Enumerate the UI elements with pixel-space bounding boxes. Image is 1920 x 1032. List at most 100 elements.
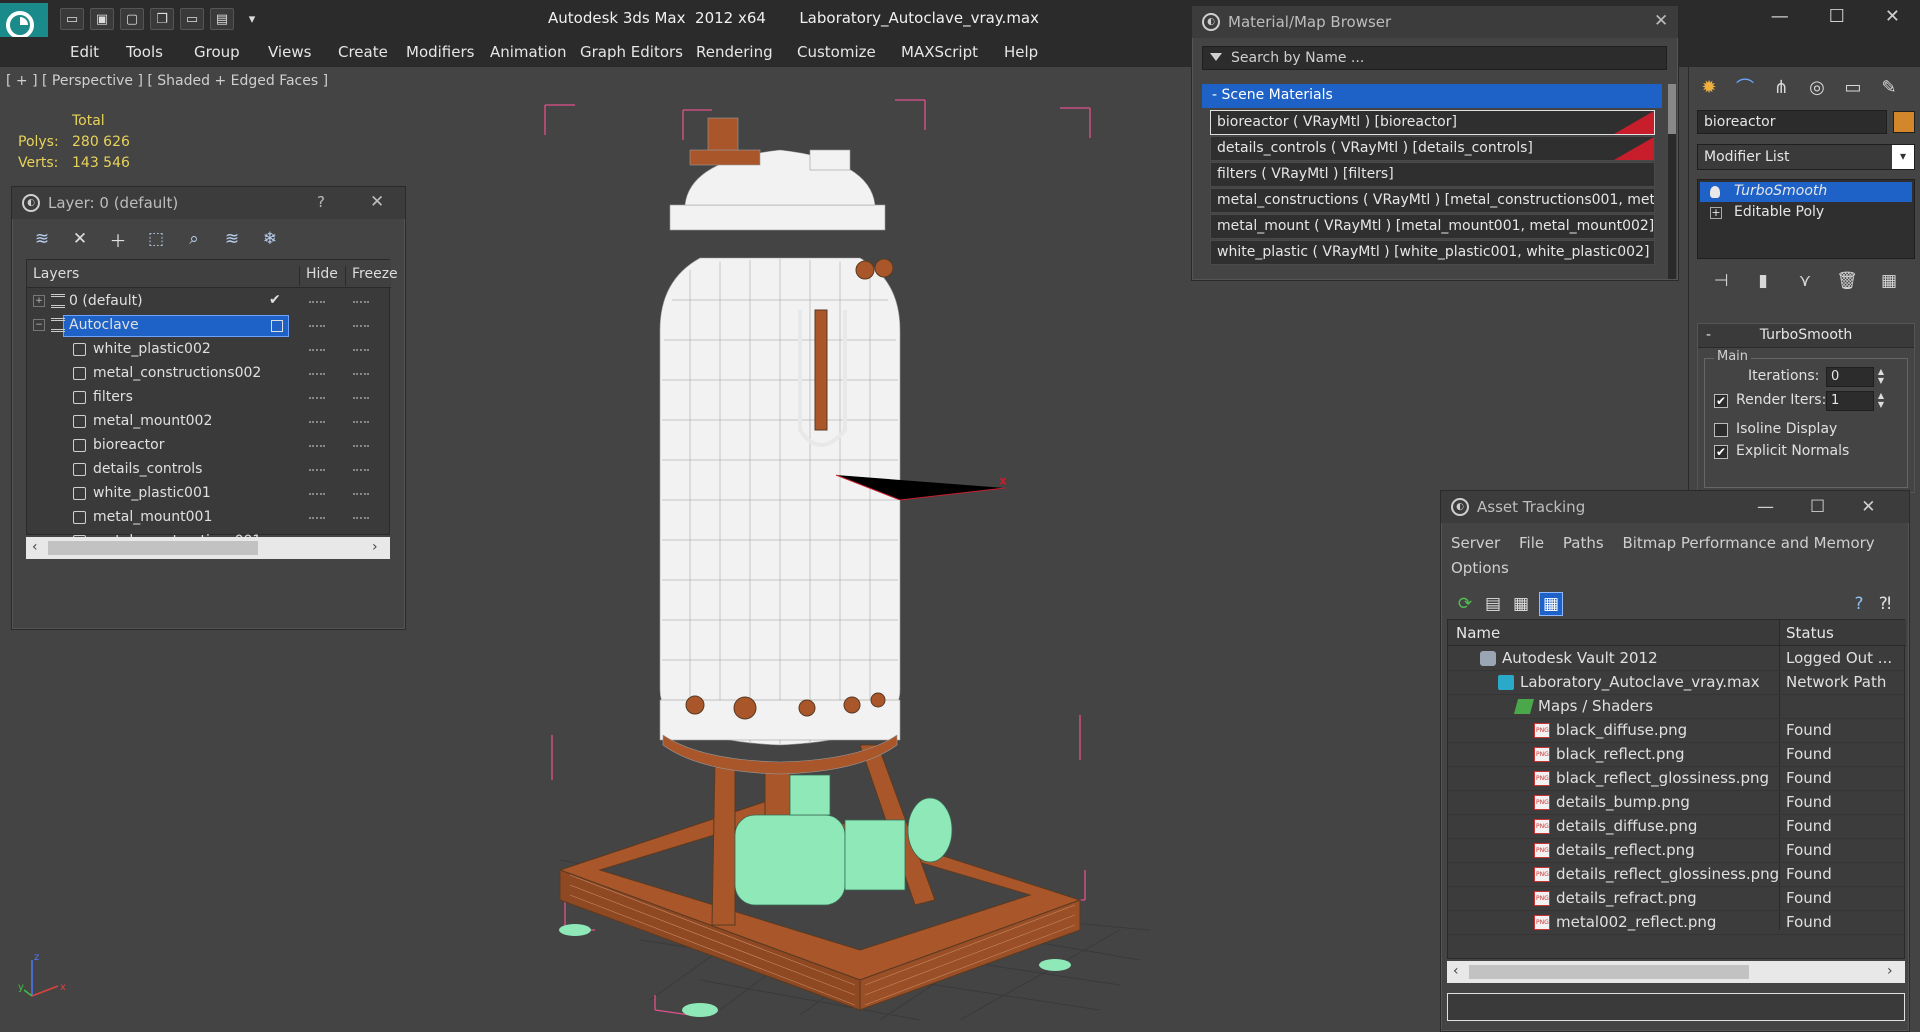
scroll-left-icon[interactable]: ‹ — [1453, 963, 1459, 979]
menu-tools[interactable]: Tools — [126, 43, 163, 61]
freeze-toggle[interactable] — [353, 421, 369, 423]
scene-materials-group[interactable]: - Scene Materials — [1202, 84, 1662, 108]
chevron-down-icon[interactable]: ▾ — [1892, 145, 1914, 169]
col-layers[interactable]: Layers — [33, 266, 79, 282]
hierarchy-tab-icon[interactable]: ⋔ — [1769, 75, 1793, 99]
freeze-toggle[interactable] — [353, 349, 369, 351]
asset-tracking-titlebar[interactable]: ◐ Asset Tracking — ☐ ✕ — [1441, 491, 1909, 523]
layout-icon[interactable]: ▤ — [210, 8, 234, 30]
expand-icon[interactable]: + — [1710, 207, 1722, 219]
freeze-toggle[interactable] — [353, 469, 369, 471]
material-search-input[interactable]: Search by Name ... — [1202, 46, 1667, 70]
hide-toggle[interactable] — [309, 517, 325, 519]
menu-bitmap-performance[interactable]: Bitmap Performance and Memory — [1622, 534, 1874, 552]
viewport-label[interactable]: [ + ] [ Perspective ] [ Shaded + Edged F… — [6, 73, 328, 89]
menu-options[interactable]: Options — [1451, 559, 1509, 577]
minimize-icon[interactable]: — — [1757, 497, 1774, 517]
expand-icon[interactable]: − — [33, 319, 45, 331]
freeze-toggle[interactable] — [353, 517, 369, 519]
context-help-icon[interactable]: ⁈ — [1873, 592, 1897, 616]
close-icon[interactable]: ✕ — [1654, 11, 1668, 31]
object-color-swatch[interactable] — [1893, 111, 1915, 133]
remove-modifier-icon[interactable]: 🗑 — [1835, 269, 1859, 293]
material-browser-titlebar[interactable]: ◐ Material/Map Browser ✕ — [1192, 6, 1678, 38]
asset-status-field[interactable] — [1447, 993, 1905, 1021]
hide-all-icon[interactable]: ≋ — [220, 227, 244, 251]
material-item[interactable]: filters ( VRayMtl ) [filters] — [1210, 162, 1655, 187]
layer-window-titlebar[interactable]: ◐ Layer: 0 (default) ? ✕ — [12, 187, 405, 219]
render-iters-checkbox[interactable]: ✔ — [1714, 394, 1728, 408]
close-icon[interactable]: ✕ — [1861, 497, 1875, 517]
freeze-toggle[interactable] — [353, 493, 369, 495]
layer-object-row[interactable]: metal_mount001 — [27, 506, 391, 530]
refresh-icon[interactable]: ⟳ — [1453, 592, 1477, 616]
menu-edit[interactable]: Edit — [70, 43, 99, 61]
thumbnail-view-icon[interactable]: ▦ — [1509, 592, 1533, 616]
material-item[interactable]: bioreactor ( VRayMtl ) [bioreactor] — [1210, 110, 1655, 135]
search-options-icon[interactable] — [1210, 53, 1222, 61]
asset-row[interactable]: details_reflect.png Found — [1448, 839, 1906, 863]
hide-toggle[interactable] — [309, 373, 325, 375]
layer-object-row[interactable]: details_controls — [27, 458, 391, 482]
minimize-icon[interactable]: — — [1771, 6, 1789, 27]
hide-toggle[interactable] — [309, 397, 325, 399]
menu-create[interactable]: Create — [338, 43, 388, 61]
asset-horizontal-scrollbar[interactable]: ‹ › — [1447, 961, 1905, 983]
menu-animation[interactable]: Animation — [490, 43, 566, 61]
configure-sets-icon[interactable]: ▦ — [1877, 269, 1901, 293]
layer-object-row[interactable]: white_plastic002 — [27, 338, 391, 362]
expand-icon[interactable]: + — [33, 295, 45, 307]
scroll-thumb[interactable] — [1668, 84, 1676, 134]
asset-row[interactable]: black_reflect.png Found — [1448, 743, 1906, 767]
col-freeze[interactable]: Freeze — [345, 266, 398, 286]
scroll-right-icon[interactable]: › — [1887, 963, 1893, 979]
material-item[interactable]: metal_constructions ( VRayMtl ) [metal_c… — [1210, 188, 1655, 213]
freeze-toggle[interactable] — [353, 325, 369, 327]
display-tab-icon[interactable]: ▭ — [1841, 75, 1865, 99]
utilities-tab-icon[interactable]: ✎ — [1877, 75, 1901, 99]
hide-toggle[interactable] — [309, 493, 325, 495]
freeze-toggle[interactable] — [353, 397, 369, 399]
copy-icon[interactable]: ❐ — [150, 8, 174, 30]
open-icon[interactable]: ▭ — [60, 8, 84, 30]
asset-row[interactable]: details_bump.png Found — [1448, 791, 1906, 815]
menu-modifiers[interactable]: Modifiers — [406, 43, 474, 61]
menu-server[interactable]: Server — [1451, 534, 1500, 552]
help-button[interactable]: ? — [317, 193, 325, 211]
layer-object-row[interactable]: metal_mount002 — [27, 410, 391, 434]
layer-object-row[interactable]: white_plastic001 — [27, 482, 391, 506]
freeze-toggle[interactable] — [353, 373, 369, 375]
menu-customize[interactable]: Customize — [797, 43, 876, 61]
col-status[interactable]: Status — [1786, 624, 1834, 642]
save-icon[interactable]: ▣ — [90, 8, 114, 30]
layer-row[interactable]: +0 (default) ✔ — [27, 290, 391, 314]
active-layer-check-icon[interactable]: ✔ — [269, 292, 281, 308]
layer-object-row[interactable]: metal_constructions002 — [27, 362, 391, 386]
asset-row[interactable]: black_diffuse.png Found — [1448, 719, 1906, 743]
object-name-field[interactable]: bioreactor — [1697, 110, 1887, 134]
material-item[interactable]: white_plastic ( VRayMtl ) [white_plastic… — [1210, 240, 1655, 265]
spinner-arrows-icon[interactable]: ▲ ▼ — [1876, 367, 1886, 387]
modifier-list-dropdown[interactable]: Modifier List ▾ — [1697, 144, 1915, 170]
close-icon[interactable]: ✕ — [1885, 6, 1900, 27]
motion-tab-icon[interactable]: ◎ — [1805, 75, 1829, 99]
hide-toggle[interactable] — [309, 325, 325, 327]
help-icon[interactable]: ? — [1847, 592, 1871, 616]
spinner-arrows-icon[interactable]: ▲ ▼ — [1876, 391, 1886, 411]
col-name[interactable]: Name — [1456, 624, 1500, 642]
asset-row[interactable]: metal002_reflect.png Found — [1448, 911, 1906, 935]
material-scrollbar[interactable] — [1668, 84, 1676, 279]
hide-toggle[interactable] — [309, 445, 325, 447]
menu-file[interactable]: File — [1519, 534, 1544, 552]
layer-horizontal-scrollbar[interactable]: ‹ › — [26, 537, 390, 559]
menu-views[interactable]: Views — [268, 43, 311, 61]
menu-graph-editors[interactable]: Graph Editors — [580, 43, 683, 61]
menu-paths[interactable]: Paths — [1563, 534, 1604, 552]
render-iters-spinner[interactable]: 1 — [1826, 391, 1874, 411]
menu-maxscript[interactable]: MAXScript — [901, 43, 978, 61]
pin-stack-icon[interactable]: ⊣ — [1709, 269, 1733, 293]
show-end-result-icon[interactable]: ▮ — [1751, 269, 1775, 293]
asset-row[interactable]: Maps / Shaders — [1448, 695, 1906, 719]
stack-item-editable-poly[interactable]: + Editable Poly — [1700, 203, 1912, 223]
modify-tab-icon[interactable]: ⌒ — [1733, 75, 1757, 99]
